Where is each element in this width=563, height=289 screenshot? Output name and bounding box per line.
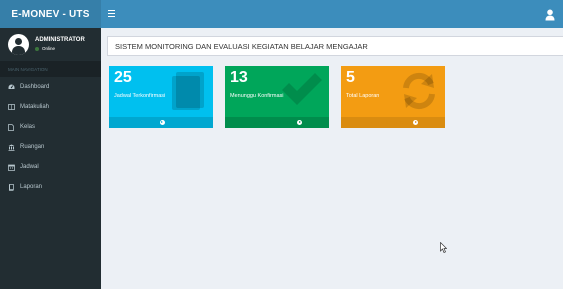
sidebar-item-kelas[interactable]: Kelas (0, 117, 101, 137)
user-panel: ADMINISTRATOR Online (0, 28, 101, 61)
main-content: SISTEM MONITORING DAN EVALUASI KEGIATAN … (101, 28, 563, 289)
nav-header: MAIN NAVIGATION (0, 61, 101, 77)
tile-footer-label: Baca selengkapnya (251, 119, 296, 126)
avatar (8, 34, 29, 55)
sidebar-item-label: Ruangan (20, 144, 45, 150)
user-name: ADMINISTRATOR (35, 37, 85, 44)
book-icon (8, 183, 18, 191)
user-menu-icon[interactable] (545, 8, 555, 21)
tile-jadwal-terkonfirmasi: 25 Jadwal Terkonfirmasi (109, 66, 213, 128)
sidebar-item-jadwal[interactable]: Jadwal (0, 157, 101, 177)
user-status-label: Online (42, 46, 56, 52)
tile-footer-label: Baca selengkapnya (367, 119, 412, 126)
tile-footer-link[interactable] (109, 117, 213, 128)
sidebar-item-label: Kelas (20, 124, 36, 130)
app-brand[interactable]: E-MONEV - UTS (0, 0, 101, 28)
tile-label: Total Laporan (346, 92, 380, 99)
file-icon (8, 123, 18, 131)
sidebar-item-label: Matakuliah (20, 104, 50, 110)
bank-icon (8, 144, 18, 151)
sidebar-item-matakuliah[interactable]: Matakuliah (0, 97, 101, 117)
user-status: Online (35, 46, 85, 51)
calendar-icon (8, 164, 18, 171)
page-title: SISTEM MONITORING DAN EVALUASI KEGIATAN … (107, 36, 563, 56)
sidebar-menu: Dashboard Matakuliah Kelas Ruangan Jadwa… (0, 77, 101, 197)
sidebar: E-MONEV - UTS ADMINISTRATOR Online MAIN … (0, 0, 101, 289)
sidebar-item-label: Jadwal (20, 164, 39, 170)
app-root: E-MONEV - UTS ADMINISTRATOR Online MAIN … (0, 0, 563, 289)
sidebar-item-label: Laporan (20, 184, 43, 190)
tile-total-laporan: 5 Total Laporan Baca selengkapnya (341, 66, 445, 128)
tile-menunggu-konfirmasi: 13 Menunggu Konfirmasi Baca selengkapnya (225, 66, 329, 128)
tile-footer-link[interactable]: Baca selengkapnya (341, 117, 445, 128)
arrow-circle-right-icon (413, 120, 419, 125)
tile-footer-link[interactable]: Baca selengkapnya (225, 117, 329, 128)
mouse-cursor-icon (440, 240, 448, 258)
top-navbar (101, 0, 563, 28)
tile-label: Jadwal Terkonfirmasi (114, 92, 166, 99)
arrow-circle-right-icon (159, 120, 165, 125)
status-dot-icon (35, 46, 39, 51)
sidebar-item-label: Dashboard (20, 84, 50, 90)
dashboard-icon (8, 84, 18, 90)
user-info: ADMINISTRATOR Online (35, 37, 85, 51)
arrow-circle-right-icon (297, 120, 303, 125)
tile-label: Menunggu Konfirmasi (230, 92, 284, 99)
sidebar-item-laporan[interactable]: Laporan (0, 177, 101, 197)
sidebar-item-dashboard[interactable]: Dashboard (0, 77, 101, 97)
book-icon (8, 104, 18, 110)
sidebar-item-ruangan[interactable]: Ruangan (0, 137, 101, 157)
sidebar-toggle-icon[interactable] (108, 10, 115, 17)
